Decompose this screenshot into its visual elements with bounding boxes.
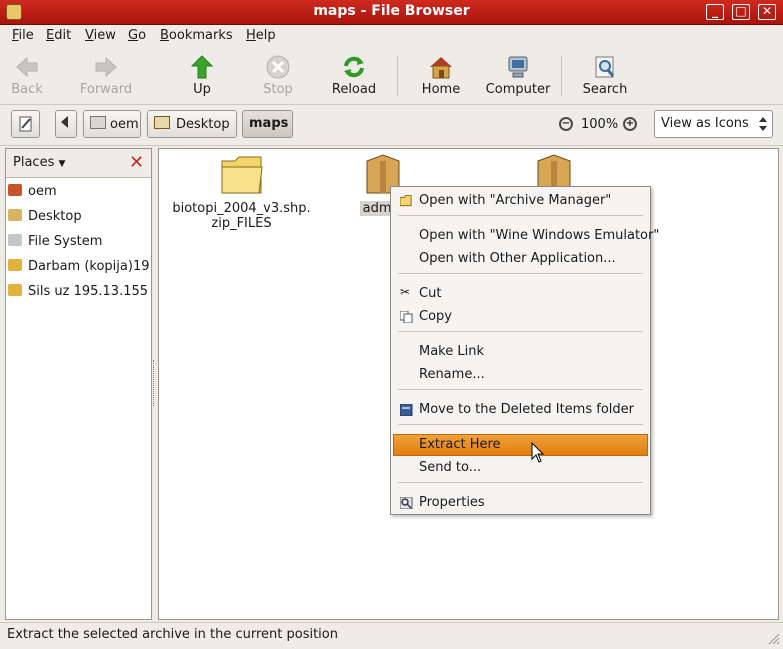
computer-icon	[508, 56, 528, 78]
context-menu: Open with "Archive Manager" Open with "W…	[390, 186, 659, 515]
menu-separator	[398, 273, 643, 274]
menu-go[interactable]: Go	[128, 28, 146, 43]
home-folder-icon	[90, 116, 106, 129]
reload-button[interactable]: Reload	[319, 54, 389, 97]
up-arrow-icon	[190, 55, 214, 79]
sidebar-item-oem[interactable]: oem	[8, 184, 149, 199]
forward-arrow-icon	[95, 56, 117, 78]
menu-item-open-wine[interactable]: Open with "Wine Windows Emulator"	[392, 225, 659, 247]
menu-item-copy[interactable]: Copy	[392, 306, 649, 328]
home-icon	[430, 57, 452, 79]
resize-grip-icon[interactable]	[768, 633, 780, 645]
menu-item-make-link[interactable]: Make Link	[392, 341, 649, 363]
reload-icon	[344, 56, 364, 78]
menu-separator	[398, 331, 643, 332]
path-left-scroll-button[interactable]	[55, 110, 77, 138]
path-button-desktop[interactable]: Desktop	[147, 110, 237, 138]
spinner-arrows-icon	[759, 117, 767, 131]
mouse-pointer-icon	[531, 442, 545, 463]
menu-bookmarks[interactable]: Bookmarks	[160, 28, 233, 43]
location-bar: oem Desktop maps − 100% + View as Icons	[0, 105, 783, 146]
properties-icon	[400, 497, 413, 509]
desktop-folder-icon	[154, 116, 170, 129]
menu-separator	[398, 215, 643, 216]
sidebar-item-darbam[interactable]: Darbam (kopija)192	[8, 259, 149, 274]
trash-icon	[400, 404, 413, 416]
sidebar-item-file-system[interactable]: File System	[8, 234, 149, 249]
menu-separator	[398, 424, 643, 425]
toolbar-separator	[561, 56, 562, 96]
search-icon	[595, 56, 615, 78]
menu-item-move-to-deleted[interactable]: Move to the Deleted Items folder	[392, 399, 649, 421]
up-button[interactable]: Up	[167, 54, 237, 97]
window-title: maps - File Browser	[313, 3, 470, 19]
location-toggle-button[interactable]	[11, 110, 40, 138]
status-text: Extract the selected archive in the curr…	[7, 627, 338, 642]
menu-file[interactable]: File	[12, 28, 34, 43]
menu-item-open-other[interactable]: Open with Other Application...	[392, 248, 649, 270]
path-button-oem[interactable]: oem	[83, 110, 141, 138]
zoom-level: 100%	[581, 117, 619, 132]
zoom-in-icon[interactable]: +	[623, 117, 637, 131]
file-item[interactable]: biotopi_2004_v3.shp. zip_FILES	[169, 153, 314, 231]
home-icon	[8, 184, 22, 196]
computer-button[interactable]: Computer	[483, 54, 553, 97]
search-button[interactable]: Search	[570, 54, 640, 97]
menu-edit[interactable]: Edit	[46, 28, 71, 43]
drive-icon	[8, 234, 22, 246]
close-sidebar-icon[interactable]: ✕	[129, 152, 144, 173]
menu-bar: File Edit View Go Bookmarks Help	[0, 25, 783, 48]
view-mode-select[interactable]: View as Icons	[654, 110, 773, 138]
desktop-icon	[8, 209, 22, 221]
menu-item-open-archive-manager[interactable]: Open with "Archive Manager"	[392, 190, 649, 212]
stop-icon	[266, 55, 290, 79]
toolbar-separator	[397, 56, 398, 96]
network-folder-icon	[8, 284, 22, 296]
menu-item-send-to[interactable]: Send to...	[392, 457, 649, 479]
zoom-out-icon[interactable]: −	[559, 117, 573, 131]
places-sidebar: Places ▼ ✕ oem Desktop File System Darba…	[5, 148, 152, 620]
menu-item-extract-here[interactable]: Extract Here	[393, 434, 648, 456]
minimize-button[interactable]: _	[706, 4, 724, 20]
toolbar: Back Forward Up Stop Reload Home Compute…	[0, 48, 783, 127]
back-arrow-icon	[16, 56, 38, 78]
close-button[interactable]: ✕	[758, 4, 776, 20]
menu-separator	[398, 482, 643, 483]
chevron-left-icon	[61, 116, 68, 128]
menu-item-cut[interactable]: ✂ Cut	[392, 283, 649, 305]
path-button-maps[interactable]: maps	[242, 110, 293, 138]
chevron-down-icon: ▼	[58, 159, 66, 169]
title-bar: maps - File Browser _ □ ✕	[0, 0, 783, 25]
pane-resize-handle[interactable]	[153, 360, 157, 406]
network-folder-icon	[8, 259, 22, 271]
edit-location-icon	[19, 116, 32, 132]
sidebar-header: Places ▼ ✕	[6, 149, 151, 178]
forward-button[interactable]: Forward	[71, 54, 141, 97]
sidebar-item-sils[interactable]: Sils uz 195.13.155.2	[8, 284, 149, 299]
scissors-icon: ✂	[400, 285, 411, 299]
menu-item-properties[interactable]: Properties	[392, 492, 649, 514]
copy-icon	[400, 311, 413, 323]
home-button[interactable]: Home	[406, 54, 476, 97]
places-dropdown[interactable]: Places ▼	[13, 155, 65, 170]
menu-help[interactable]: Help	[246, 28, 276, 43]
status-bar: Extract the selected archive in the curr…	[0, 622, 783, 649]
folder-open-icon	[400, 195, 412, 207]
sidebar-item-desktop[interactable]: Desktop	[8, 209, 149, 224]
menu-view[interactable]: View	[85, 28, 116, 43]
folder-icon	[221, 156, 263, 194]
menu-item-rename[interactable]: Rename...	[392, 364, 649, 386]
stop-button[interactable]: Stop	[243, 54, 313, 97]
menu-separator	[398, 389, 643, 390]
back-button[interactable]: Back	[0, 54, 62, 97]
maximize-button[interactable]: □	[732, 4, 750, 20]
